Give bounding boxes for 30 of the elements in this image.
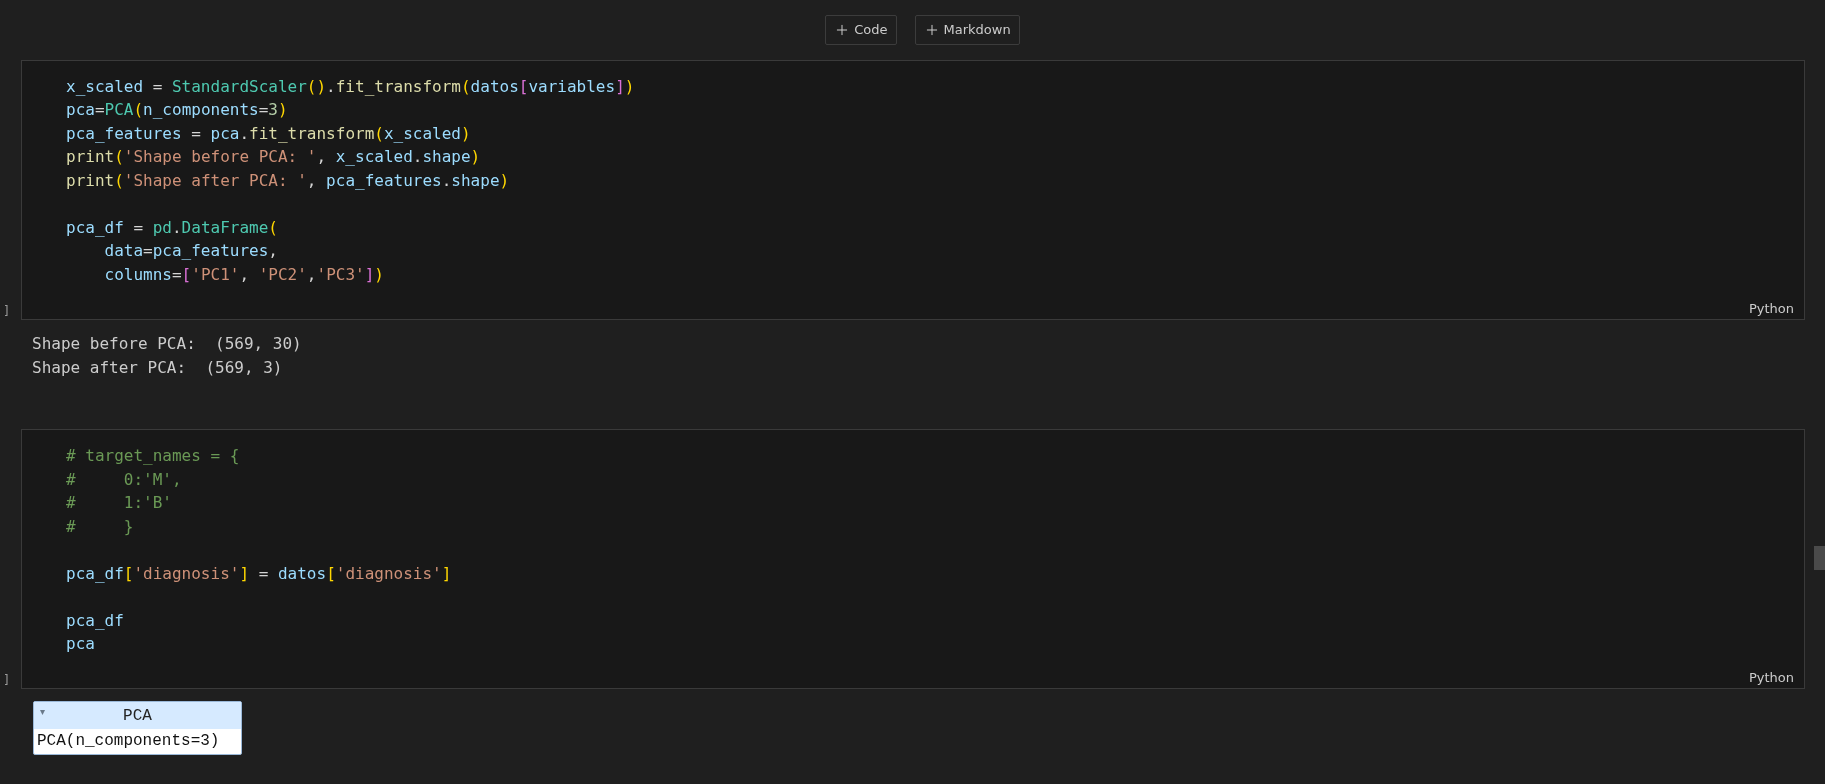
code-line: # 0:'M', xyxy=(66,468,183,491)
code-line: print('Shape before PCA: ', x_scaled.shape) xyxy=(66,146,482,169)
estimator-repr: PCA(n_components=3) xyxy=(36,731,221,753)
code-line: pca_df xyxy=(66,609,125,632)
language-label[interactable]: Python xyxy=(1748,670,1794,686)
code-line: data=pca_features, xyxy=(103,240,279,263)
code-line: pca_df['diagnosis'] = datos['diagnosis'] xyxy=(66,562,453,585)
code-line: # 1:'B' xyxy=(66,492,173,515)
add-cell-button[interactable]: Code xyxy=(825,14,897,45)
code-line: pca_df = pd.DataFrame( xyxy=(66,216,279,239)
code-cell[interactable] xyxy=(21,59,1805,320)
language-label[interactable]: Python xyxy=(1748,300,1794,316)
output-text: Shape after PCA: (569, 3) xyxy=(32,356,284,379)
code-line: print('Shape after PCA: ', pca_features.shape) xyxy=(66,169,511,192)
code-line: columns=['PC1', 'PC2','PC3']) xyxy=(103,263,385,286)
code-line: # target_names = { xyxy=(66,445,241,468)
code-line: # } xyxy=(66,515,135,538)
execution-count: ] xyxy=(3,303,12,318)
code-line: x_scaled = StandardScaler().fit_transform(datos[variables]) xyxy=(66,75,636,98)
scrollbar-thumb[interactable] xyxy=(1814,546,1825,570)
code-line: pca_features = pca.fit_transform(x_scaled) xyxy=(66,122,472,145)
code-cell[interactable]: # target_names = { # 0:'M', # 1:'B' # } pca_df['diagnosis'] = datos['diagnosis'] pca_df pca Python xyxy=(21,429,1805,690)
code-line: pca=PCA(n_components=3) xyxy=(66,99,289,122)
widget-title: PCA xyxy=(122,706,153,725)
add-cell-button[interactable]: Markdown xyxy=(914,14,1020,45)
output-text: Shape before PCA: (569, 30) xyxy=(32,332,303,355)
code-line: pca xyxy=(66,633,96,656)
widget-header[interactable]: ▾ PCA xyxy=(34,702,241,730)
execution-count: ] xyxy=(3,673,12,688)
caret-icon[interactable]: ▾ xyxy=(40,706,54,718)
